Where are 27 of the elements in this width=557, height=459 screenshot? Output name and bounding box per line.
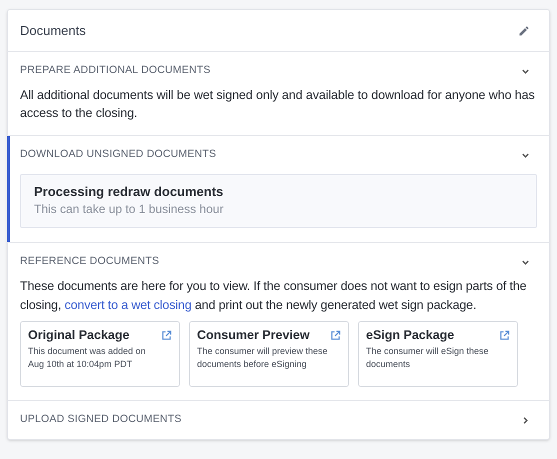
document-description: This document was added on Aug 10th at 10:04pm PDT <box>28 345 147 371</box>
external-link-icon[interactable] <box>330 330 341 341</box>
chevron-down-icon[interactable] <box>521 258 530 266</box>
document-card[interactable]: Original Package This document was added on Aug 10th at 10:04pm PDT <box>20 321 180 387</box>
document-card[interactable]: eSign Package The consumer will eSign these documents <box>358 321 518 387</box>
section-heading[interactable]: DOWNLOAD UNSIGNED DOCUMENTS <box>20 147 216 163</box>
document-card[interactable]: Consumer Preview The consumer will preview these documents before eSigning <box>189 321 349 387</box>
chevron-down-icon[interactable] <box>521 66 530 76</box>
status-title: Processing redraw documents <box>34 183 224 201</box>
external-link-icon[interactable] <box>499 330 510 341</box>
section-heading[interactable]: REFERENCE DOCUMENTS <box>20 254 160 270</box>
status-detail: This can take up to 1 business hour <box>34 201 224 218</box>
panel-title: Documents <box>20 22 86 40</box>
convert-link[interactable]: convert to a wet closing <box>64 298 192 312</box>
section-description: All additional documents will be wet signed only and available to download for anyone who has access to the closing. <box>20 87 536 122</box>
section-heading[interactable]: UPLOAD SIGNED DOCUMENTS <box>20 412 182 428</box>
section-heading[interactable]: PREPARE ADDITIONAL DOCUMENTS <box>20 63 211 79</box>
document-title: Consumer Preview <box>197 327 310 344</box>
document-title: Original Package <box>28 327 130 344</box>
chevron-down-icon[interactable] <box>521 150 530 160</box>
document-description: The consumer will preview these documents before eSigning <box>197 345 329 371</box>
chevron-right-icon[interactable] <box>521 416 530 424</box>
document-title: eSign Package <box>366 327 454 344</box>
external-link-icon[interactable] <box>161 330 172 341</box>
section-description: These documents are here for you to view. If the consumer does not want to esign parts of the closing, convert to a wet closing and print out the newly generated wet sign package. <box>20 278 528 314</box>
document-description: The consumer will eSign these documents <box>366 345 490 371</box>
edit-icon[interactable] <box>517 24 531 38</box>
